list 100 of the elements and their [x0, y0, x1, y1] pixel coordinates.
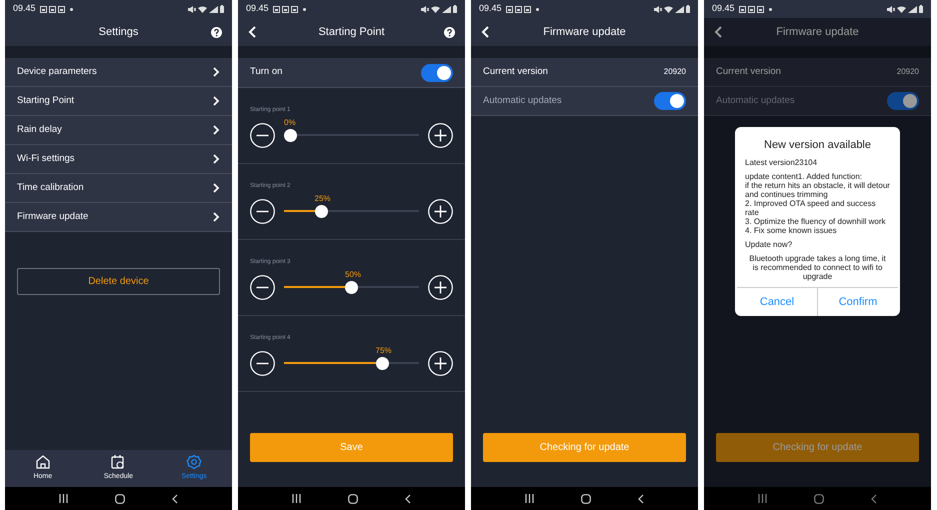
plus-icon[interactable]: [428, 275, 453, 300]
wifi-icon: [198, 6, 207, 12]
notification-icon: [506, 6, 513, 12]
status-time: 09.45: [246, 2, 269, 16]
mute-icon: [887, 6, 895, 12]
minus-icon[interactable]: [250, 123, 275, 148]
recent-apps-icon[interactable]: [58, 494, 68, 503]
screen-title: Starting Point: [318, 24, 385, 40]
status-time: 09.45: [13, 2, 36, 16]
notification-icon: [272, 6, 280, 12]
mute-icon: [654, 6, 662, 12]
minus-icon[interactable]: [250, 199, 275, 224]
menu-item[interactable]: Time calibration: [5, 174, 232, 203]
setting-label: Current version: [716, 64, 781, 79]
screen-title: Settings: [98, 24, 138, 40]
back-icon[interactable]: [405, 494, 412, 504]
setting-label: Current version: [483, 64, 548, 79]
notification-icon: [514, 6, 522, 12]
dialog-note: Bluetooth upgrade takes a long time, it is recommended to connect to wifi to upgrade: [748, 254, 887, 282]
toggle-switch[interactable]: [421, 64, 453, 82]
calendar-clock-icon: [110, 454, 126, 470]
menu-item[interactable]: Firmware update: [5, 203, 232, 232]
plus-icon[interactable]: [428, 123, 453, 148]
slider[interactable]: [284, 281, 419, 294]
screen-title: Firmware update: [776, 24, 859, 40]
status-time: 09.45: [479, 2, 502, 16]
notification-icon: [40, 6, 47, 12]
setting-label: Automatic updates: [483, 94, 562, 108]
notification-icon: [738, 6, 746, 12]
menu-item[interactable]: Wi-Fi settings: [5, 145, 232, 174]
battery-icon: [220, 5, 224, 13]
chevron-right-icon: [212, 96, 220, 106]
menu-item[interactable]: Starting Point: [5, 87, 232, 116]
toggle-label: Turn on: [250, 65, 282, 80]
mute-icon: [421, 6, 429, 12]
notification-icon: [48, 6, 56, 12]
chevron-right-icon: [212, 212, 220, 222]
settings-icon: [186, 454, 202, 470]
home-icon[interactable]: [580, 494, 591, 504]
home-icon[interactable]: [348, 494, 358, 504]
notification-icon: [58, 6, 65, 12]
delete-device-button[interactable]: Delete device: [17, 268, 220, 295]
wifi-icon: [897, 6, 906, 12]
version-value: 20920: [664, 66, 686, 78]
dot-icon: [70, 8, 73, 10]
dialog-text: Latest version23104: [744, 158, 818, 168]
plus-icon[interactable]: [428, 351, 453, 376]
battery-icon: [453, 5, 457, 13]
back-icon[interactable]: [172, 494, 178, 504]
recent-apps-icon[interactable]: [292, 494, 301, 503]
dialog-title: New version available: [763, 138, 872, 153]
slider-reading: 75%: [376, 345, 392, 357]
slider-thumb[interactable]: [376, 357, 388, 370]
slider-thumb[interactable]: [314, 205, 328, 218]
notification-icon: [282, 6, 289, 12]
dot-icon: [302, 8, 306, 10]
version-value: 20920: [896, 66, 919, 78]
slider-reading: 25%: [314, 193, 331, 205]
help-icon[interactable]: [211, 26, 222, 38]
minus-icon[interactable]: [250, 275, 275, 300]
signal-icon: [209, 6, 218, 12]
notification-icon: [290, 6, 298, 12]
recent-apps-icon[interactable]: [524, 494, 534, 503]
back-icon[interactable]: [638, 494, 644, 504]
slider[interactable]: [284, 129, 419, 142]
battery-icon: [686, 5, 690, 13]
notification-icon: [524, 6, 531, 12]
slider-thumb[interactable]: [284, 129, 297, 142]
setting-label: Automatic updates: [716, 94, 795, 108]
slider-thumb[interactable]: [345, 281, 358, 294]
chevron-right-icon: [212, 183, 220, 193]
slider-reading: 50%: [345, 269, 362, 281]
signal-icon: [442, 6, 451, 12]
home-icon[interactable]: [114, 494, 125, 504]
signal-icon: [908, 6, 917, 12]
wifi-icon: [664, 6, 673, 12]
slider-reading: 0%: [284, 117, 296, 129]
battery-icon: [919, 5, 923, 13]
minus-icon[interactable]: [250, 351, 275, 376]
signal-icon: [675, 6, 684, 12]
plus-icon[interactable]: [428, 199, 453, 224]
dot-icon: [536, 8, 539, 10]
menu-item[interactable]: Rain delay: [5, 116, 232, 145]
house-icon: [34, 454, 51, 470]
dialog-text: Update now?: [744, 240, 794, 250]
dot-icon: [768, 8, 772, 10]
status-time: 09.45: [712, 2, 735, 16]
notification-icon: [748, 6, 755, 12]
slider[interactable]: [284, 357, 419, 370]
notification-icon: [756, 6, 764, 12]
menu-item[interactable]: Device parameters: [5, 58, 232, 87]
chevron-right-icon: [212, 125, 220, 135]
screen-title: Firmware update: [543, 24, 626, 40]
help-icon[interactable]: [444, 26, 455, 38]
wifi-icon: [431, 6, 440, 12]
chevron-right-icon: [212, 154, 220, 164]
slider[interactable]: [284, 205, 419, 218]
dialog-text: update content1. Added function: if the return hits an obstacle, it will detour and continues trimming 2. Improved OTA speed and success rate 3. Optimize the fluency of downhill work 4. Fix some known issues: [744, 172, 891, 236]
mute-icon: [188, 6, 196, 12]
chevron-right-icon: [212, 67, 220, 77]
